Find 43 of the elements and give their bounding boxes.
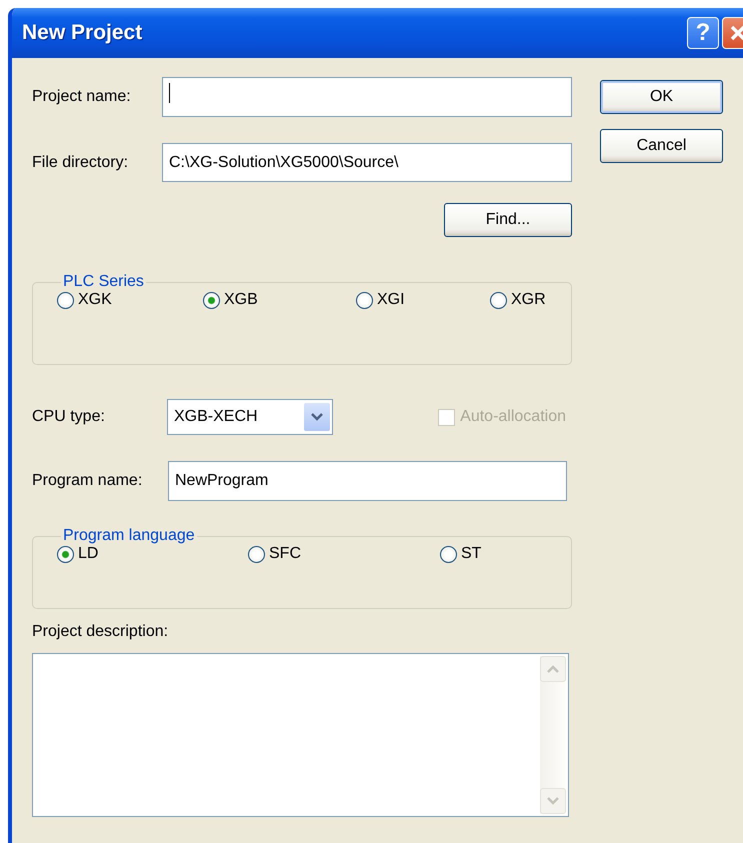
window-title: New Project xyxy=(22,21,142,45)
input-field[interactable]: C:\XG-Solution\XG5000\Source\ xyxy=(162,143,572,182)
input-field[interactable]: NewProgram xyxy=(168,461,567,501)
dialog-button[interactable]: Cancel xyxy=(600,129,723,163)
field-label: Project description: xyxy=(32,623,170,641)
radio-button[interactable] xyxy=(356,292,373,308)
radio-option[interactable]: XGB xyxy=(203,291,356,309)
close-icon xyxy=(729,24,743,42)
radio-option[interactable]: XGK xyxy=(57,291,203,309)
radio-label: LD xyxy=(78,545,98,563)
radio-label: ST xyxy=(461,545,482,563)
chevron-down-icon xyxy=(546,796,560,806)
dialog-button[interactable]: OK xyxy=(600,80,723,114)
radio-label: XGK xyxy=(78,291,112,309)
radio-option[interactable]: LD xyxy=(57,545,248,563)
input-field[interactable] xyxy=(162,77,572,117)
radio-button[interactable] xyxy=(203,292,220,308)
group-title: PLC Series xyxy=(62,273,145,291)
field-label: CPU type: xyxy=(32,408,106,426)
radio-label: XGB xyxy=(224,291,258,309)
radio-button[interactable] xyxy=(490,292,507,308)
field-label: Project name: xyxy=(32,88,132,106)
radio-option[interactable]: XGR xyxy=(490,291,561,309)
find-button[interactable]: Find... xyxy=(444,203,572,237)
field-label: File directory: xyxy=(32,154,130,172)
radio-label: SFC xyxy=(269,545,301,563)
radio-button[interactable] xyxy=(440,546,457,562)
group-title: Program language xyxy=(62,527,196,545)
radio-button[interactable] xyxy=(57,292,74,308)
checkbox-label: Auto-allocation xyxy=(460,408,566,426)
dropdown[interactable]: XGB-XECH xyxy=(167,399,333,435)
radio-option[interactable]: ST xyxy=(440,545,561,563)
dropdown-button[interactable] xyxy=(304,403,330,431)
radio-label: XGI xyxy=(377,291,405,309)
dropdown-value: XGB-XECH xyxy=(174,408,258,426)
radio-button[interactable] xyxy=(248,546,265,562)
radio-label: XGR xyxy=(511,291,546,309)
chevron-down-icon xyxy=(310,412,324,422)
chevron-up-icon xyxy=(546,664,560,674)
field-label: Program name: xyxy=(32,472,144,490)
radio-option[interactable]: SFC xyxy=(248,545,440,563)
radio-option[interactable]: XGI xyxy=(356,291,490,309)
radio-button[interactable] xyxy=(57,546,74,562)
